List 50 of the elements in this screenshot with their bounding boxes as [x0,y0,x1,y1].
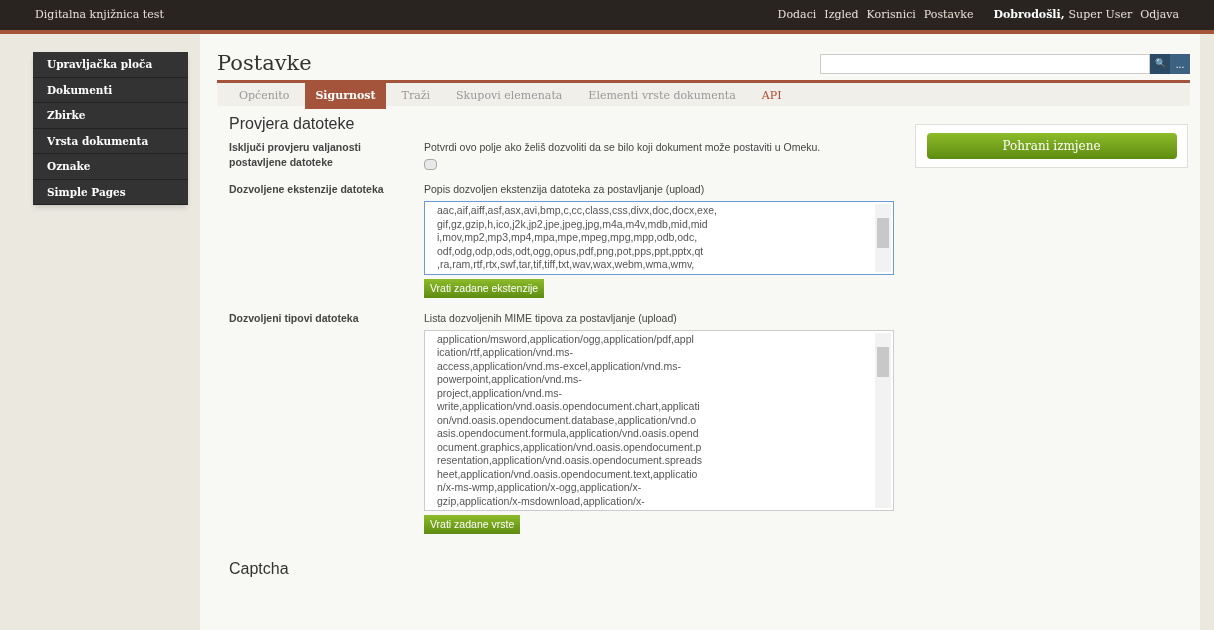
tab[interactable]: API [751,83,792,109]
sidebar-item[interactable]: Zbirke [33,103,188,129]
section-heading: Captcha [229,559,290,579]
nav-link[interactable]: Postavke [923,6,974,24]
text-line: ication/rtf,application/vnd.ms- [437,346,574,360]
site-title[interactable]: Digitalna knjižnica test [35,6,164,24]
section-heading: Provjera datoteke [229,114,356,134]
tab[interactable]: Sigurnost [305,83,386,109]
text-line: i,mov,mp2,mp3,mp4,mpa,mpe,mpeg,mpg,mpp,odb,odc, [437,231,699,245]
field-description: Lista dozvoljenih MIME tipova za postavljanje (upload) [424,310,678,326]
scrollbar[interactable] [875,204,891,272]
field-label: Isključi provjeru valjanosti postavljene datoteke [229,140,362,170]
text-line: resentation,application/vnd.oasis.opendocument.spreads [437,454,703,468]
text-area[interactable] [424,201,894,275]
field-label: Dozvoljeni tipovi datoteka [229,310,360,326]
logout-link[interactable]: Odjava [1140,6,1179,24]
page-title: Postavke [217,50,312,78]
search-field[interactable] [820,54,1150,74]
text-line: n/x-ms-wmp,application/x-ogg,application/x- [437,481,643,495]
text-line: ocument.graphics,application/vnd.oasis.opendocument.p [437,440,703,454]
text-line: access,application/vnd.ms-excel,application/vnd.ms- [437,359,682,373]
sidebar-item[interactable]: Vrsta dokumenta [33,128,188,154]
text-line: write,application/vnd.oasis.opendocument.chart,applicati [437,400,701,414]
text-line: asis.opendocument.formula,application/vnd.oasis.opend [437,427,700,441]
text-line: on/vnd.oasis.opendocument.database,application/vnd.o [437,413,698,427]
text-line: gif,gz,gzip,h,ico,j2k,jp2,jpe,jpeg,jpg,m4a,m4v,mdb,mid,mid [437,217,709,231]
field-description: Potvrdi ovo polje ako želiš dozvoliti da se bilo koji dokument može postaviti u Omeku. [424,140,822,155]
text-area[interactable] [424,329,894,511]
sidebar-item[interactable]: Upravljačka ploča [33,52,188,78]
sidebar-item[interactable]: Dokumenti [33,77,188,103]
text-line: gzip,application/x-msdownload,application/x- [437,494,646,508]
user-link[interactable]: Super User [1068,6,1133,24]
sidebar-item[interactable]: Simple Pages [33,179,188,205]
sidebar-item[interactable]: Oznake [33,154,188,180]
text-line: powerpoint,application/vnd.ms- [437,373,583,387]
text-line: application/msword,application/ogg,application/pdf,appl [437,332,695,346]
checkbox[interactable] [424,159,437,170]
scrollbar[interactable] [875,332,891,508]
welcome-text: Dobrodošli, [993,6,1065,23]
nav-link[interactable]: Dodaci [777,6,817,24]
field-description: Popis dozvoljen ekstenzija datoteka za postavljanje (upload) [424,182,706,197]
text-line: heet,application/vnd.oasis.opendocument.text,applicatio [437,467,699,481]
text-line: ,ra,ram,rtf,rtx,swf,tar,tif,tiff,txt,wav,wax,webm,wma,wmv, [437,258,696,272]
text-line: aac,aif,aiff,asf,asx,avi,bmp,c,cc,class,css,divx,doc,docx,exe, [437,204,718,218]
field-label: Dozvoljene ekstenzije datoteka [229,182,385,197]
nav-link[interactable]: Korisnici [866,6,916,24]
text-line: odf,odg,odp,ods,odt,ogg,opus,pdf,png,pot,pps,ppt,pptx,qt [437,244,705,258]
more-button[interactable]: ... [1170,54,1190,74]
nav-link[interactable]: Izgled [824,6,859,24]
text-line: project,application/vnd.ms- [437,386,563,400]
